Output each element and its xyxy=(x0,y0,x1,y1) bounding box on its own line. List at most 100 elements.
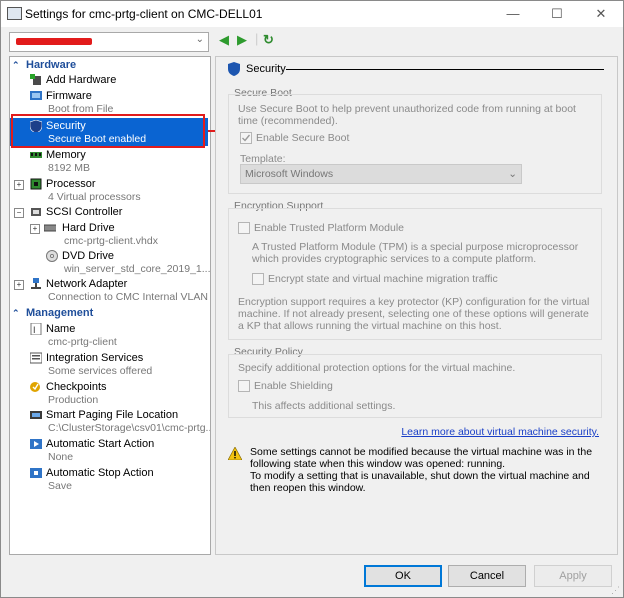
auto-stop-icon xyxy=(30,468,42,478)
panel-title-rule xyxy=(286,69,604,70)
encrypt-traffic-checkbox[interactable] xyxy=(252,273,264,285)
learn-more-link[interactable]: Learn more about virtual machine securit… xyxy=(401,426,599,438)
tree-item-sub: win_server_std_core_2019_1... xyxy=(64,263,211,275)
auto-start-icon xyxy=(30,439,42,449)
cancel-button[interactable]: Cancel xyxy=(448,565,526,587)
hardware-header-label: Hardware xyxy=(26,59,77,71)
enable-secure-boot-checkbox[interactable] xyxy=(240,132,252,144)
integration-services-icon xyxy=(30,352,42,364)
scsi-controller-icon xyxy=(31,208,41,216)
tree-item-sub: Production xyxy=(48,394,99,406)
add-hardware-icon xyxy=(30,74,41,85)
template-select[interactable]: Microsoft Windows ⌄ xyxy=(240,164,522,184)
tree-item-add-hardware[interactable]: Add Hardware xyxy=(10,74,208,88)
checkmark-icon xyxy=(242,134,251,142)
enable-tpm-label: Enable Trusted Platform Module xyxy=(254,222,404,234)
hardware-section-header[interactable]: ⌃ Hardware xyxy=(12,59,76,73)
tree-item-label: Name xyxy=(46,323,76,335)
tree-item-label: Network Adapter xyxy=(46,278,128,290)
template-select-value: Microsoft Windows xyxy=(245,168,334,180)
enable-secure-boot-label: Enable Secure Boot xyxy=(256,132,350,144)
tree-item-label: Add Hardware xyxy=(46,74,117,86)
collapse-icon: ⌃ xyxy=(12,60,20,70)
expand-icon[interactable]: + xyxy=(30,224,40,234)
tree-item-sub: cmc-prtg-client.vhdx xyxy=(64,235,158,247)
back-arrow-icon[interactable]: ◀ xyxy=(219,32,229,48)
tree-item-scsi-controller[interactable]: − SCSI Controller xyxy=(10,206,208,220)
processor-icon xyxy=(30,178,42,190)
settings-app-icon xyxy=(7,7,22,20)
settings-window: Settings for cmc-prtg-client on CMC-DELL… xyxy=(0,0,624,598)
management-section-header[interactable]: ⌃ Management xyxy=(12,307,93,321)
minimize-button[interactable]: — xyxy=(491,1,535,27)
tree-item-network-adapter[interactable]: + Network Adapter Connection to CMC Inte… xyxy=(10,278,208,304)
tree-item-label: Hard Drive xyxy=(62,222,115,234)
toolbar-divider: | xyxy=(255,31,259,46)
enable-shielding-checkbox[interactable] xyxy=(238,380,250,392)
expand-icon[interactable]: + xyxy=(14,180,24,190)
close-button[interactable]: ✕ xyxy=(579,1,623,27)
tree-item-label: Processor xyxy=(46,178,96,190)
svg-text:I: I xyxy=(33,325,36,335)
vm-selector-combo[interactable]: ⌄ xyxy=(9,32,209,52)
name-icon: I xyxy=(30,323,42,335)
expand-icon[interactable]: + xyxy=(14,280,24,290)
tree-item-sub: Connection to CMC Internal VLAN xyxy=(48,291,208,303)
tree-item-sub: 4 Virtual processors xyxy=(48,191,141,203)
tree-item-checkpoints[interactable]: Checkpoints Production xyxy=(10,381,208,407)
tree-item-sub: Save xyxy=(48,480,72,492)
tree-item-auto-start[interactable]: Automatic Start Action None xyxy=(10,438,208,464)
firmware-icon xyxy=(30,91,42,100)
checkpoints-icon xyxy=(30,382,40,392)
tree-item-memory[interactable]: Memory 8192 MB xyxy=(10,149,208,175)
tree-item-hard-drive[interactable]: + Hard Drive cmc-prtg-client.vhdx xyxy=(10,222,208,248)
tree-item-label: Firmware xyxy=(46,90,92,102)
chevron-down-icon: ⌄ xyxy=(195,34,204,45)
warning-line-2: To modify a setting that is unavailable,… xyxy=(250,470,590,494)
tree-item-label: SCSI Controller xyxy=(46,206,123,218)
maximize-button[interactable]: ☐ xyxy=(535,1,579,27)
tree-item-processor[interactable]: + Processor 4 Virtual processors xyxy=(10,178,208,204)
key-protector-description: Encryption support requires a key protec… xyxy=(238,296,590,332)
tree-item-sub: cmc-prtg-client xyxy=(48,336,117,348)
warning-line-1: Some settings cannot be modified because… xyxy=(250,446,593,470)
tree-item-sub: C:\ClusterStorage\csv01\cmc-prtg... xyxy=(48,422,211,434)
tree-item-label: DVD Drive xyxy=(62,250,114,262)
enable-tpm-checkbox[interactable] xyxy=(238,222,250,234)
security-policy-description: Specify additional protection options fo… xyxy=(238,362,516,374)
tree-item-integration-services[interactable]: Integration Services Some services offer… xyxy=(10,352,208,378)
warning-message: Some settings cannot be modified because… xyxy=(250,446,595,494)
dvd-drive-icon xyxy=(46,250,58,262)
annotation-highlight-box xyxy=(11,114,205,148)
redacted-vm-name xyxy=(16,38,92,45)
tree-item-smart-paging[interactable]: Smart Paging File Location C:\ClusterSto… xyxy=(10,409,211,435)
tree-item-sub: Some services offered xyxy=(48,365,153,377)
tree-item-label: Integration Services xyxy=(46,352,144,364)
apply-button[interactable]: Apply xyxy=(534,565,612,587)
forward-arrow-icon[interactable]: ▶ xyxy=(237,32,247,48)
tree-item-label: Automatic Stop Action xyxy=(46,467,154,479)
network-adapter-icon xyxy=(31,278,41,289)
tree-item-dvd-drive[interactable]: DVD Drive win_server_std_core_2019_1... xyxy=(10,250,211,276)
hard-drive-icon xyxy=(44,224,56,232)
tpm-description: A Trusted Platform Module (TPM) is a spe… xyxy=(252,241,579,265)
enable-shielding-label: Enable Shielding xyxy=(254,380,333,392)
tree-item-sub: 8192 MB xyxy=(48,162,91,174)
tree-item-auto-stop[interactable]: Automatic Stop Action Save xyxy=(10,467,208,493)
tree-item-label: Memory xyxy=(46,149,86,161)
shield-icon xyxy=(228,62,240,76)
tree-item-firmware[interactable]: Firmware Boot from File xyxy=(10,90,208,116)
ok-button[interactable]: OK xyxy=(364,565,442,587)
panel-title: Security xyxy=(246,63,286,75)
encrypt-traffic-label: Encrypt state and virtual machine migrat… xyxy=(268,273,498,285)
tree-item-sub: None xyxy=(48,451,74,463)
resize-grip-icon[interactable]: ⋰ xyxy=(611,585,621,595)
title-bar: Settings for cmc-prtg-client on CMC-DELL… xyxy=(1,1,623,27)
collapse-icon[interactable]: − xyxy=(14,208,24,218)
management-header-label: Management xyxy=(26,307,94,319)
tree-item-label: Smart Paging File Location xyxy=(46,409,179,421)
tree-item-name[interactable]: I Name cmc-prtg-client xyxy=(10,323,208,349)
refresh-icon[interactable]: ↻ xyxy=(263,32,274,48)
window-title: Settings for cmc-prtg-client on CMC-DELL… xyxy=(25,7,263,21)
memory-icon xyxy=(30,152,42,158)
